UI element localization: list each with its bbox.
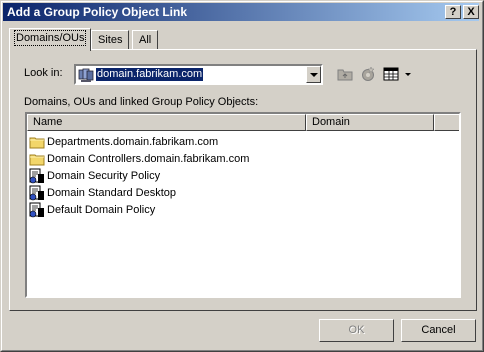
- list-item-name: Default Domain Policy: [47, 204, 156, 216]
- list-item-name: Domain Standard Desktop: [47, 187, 177, 199]
- tab-label: Domains/OUs: [13, 30, 87, 46]
- gpo-icon: [29, 168, 44, 184]
- tab-sites[interactable]: Sites: [91, 30, 130, 49]
- list-item-name: Departments.domain.fabrikam.com: [47, 136, 219, 148]
- gpo-list[interactable]: Name Domain Departments.domain.fabrikam.…: [25, 112, 461, 298]
- look-in-combo[interactable]: domain.fabrikam.com: [74, 64, 323, 85]
- ok-button[interactable]: OK: [319, 319, 394, 342]
- chevron-down-icon[interactable]: [306, 66, 321, 83]
- column-header-filler: [434, 114, 459, 131]
- look-in-value: domain.fabrikam.com: [96, 68, 204, 81]
- folder-icon: [29, 154, 45, 166]
- tab-label: Sites: [98, 34, 123, 46]
- list-item-name: Domain Security Policy: [47, 170, 161, 182]
- up-folder-icon[interactable]: [337, 66, 354, 82]
- new-gpo-icon[interactable]: [359, 66, 376, 82]
- column-header-name[interactable]: Name: [27, 114, 306, 131]
- column-header-domain[interactable]: Domain: [306, 114, 434, 131]
- title-bar[interactable]: Add a Group Policy Object Link ? X: [3, 3, 479, 21]
- tab-all[interactable]: All: [132, 30, 159, 49]
- look-in-label: Look in:: [24, 67, 63, 79]
- cancel-button[interactable]: Cancel: [401, 319, 476, 342]
- tab-domains-ous[interactable]: Domains/OUs: [9, 28, 92, 51]
- folder-icon: [29, 137, 45, 149]
- help-button[interactable]: ?: [445, 5, 461, 19]
- list-caption: Domains, OUs and linked Group Policy Obj…: [24, 96, 259, 108]
- tab-label: All: [139, 34, 152, 46]
- close-button[interactable]: X: [463, 5, 479, 19]
- list-item-name: Domain Controllers.domain.fabrikam.com: [47, 153, 250, 165]
- gpo-icon: [29, 185, 44, 201]
- view-menu-icon[interactable]: [383, 66, 413, 82]
- gpo-icon: [29, 202, 44, 218]
- window-title: Add a Group Policy Object Link: [7, 5, 188, 19]
- dialog-window: Add a Group Policy Object Link ? X Domai…: [0, 0, 484, 352]
- domain-icon: [78, 68, 94, 82]
